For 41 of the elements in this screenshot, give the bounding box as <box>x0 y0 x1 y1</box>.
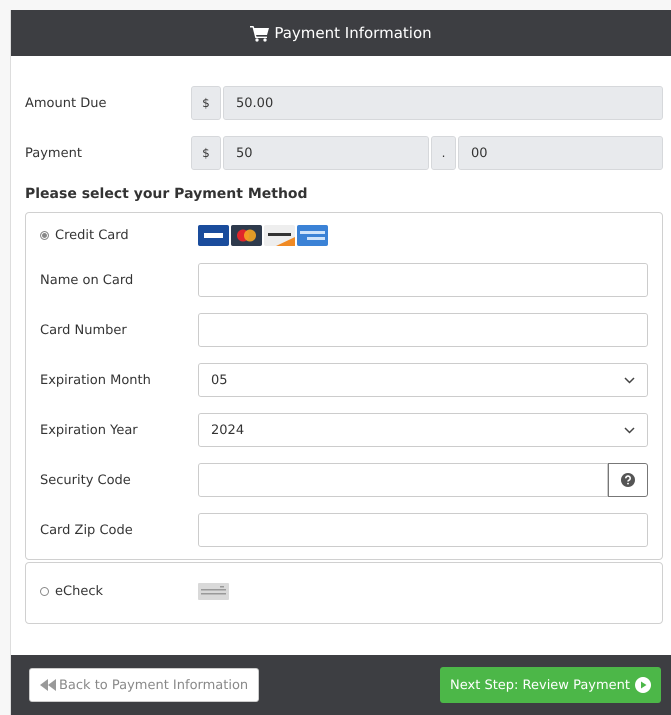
radio-button[interactable] <box>40 230 49 240</box>
field-label: Card Number <box>40 322 128 338</box>
field-label: Payment <box>25 146 83 160</box>
cents-field[interactable]: 00 <box>458 136 663 170</box>
select-field[interactable]: 05 <box>198 363 648 397</box>
panel-title: Payment Information <box>274 24 432 42</box>
chevron-icon <box>624 376 635 384</box>
check-icon <box>198 582 229 600</box>
decimal-addon: . <box>431 136 456 170</box>
radio-button[interactable] <box>40 586 49 596</box>
amount-field: 50.00 <box>223 86 663 120</box>
back-button[interactable]: Back to Payment Information <box>29 668 260 702</box>
card-logo-icon <box>198 224 229 246</box>
select-value: 05 <box>211 372 228 388</box>
chevron-icon <box>624 426 635 434</box>
card-logo-icon <box>231 224 262 246</box>
input-field[interactable] <box>198 463 608 497</box>
select-field[interactable]: 2024 <box>198 413 648 447</box>
cart-icon <box>250 24 270 42</box>
play-circle-icon <box>635 677 651 693</box>
field-label: Expiration Year <box>40 422 139 438</box>
dollars-field[interactable]: 50 <box>223 136 429 170</box>
currency-addon: $ <box>191 136 221 170</box>
field-label: Security Code <box>40 472 132 488</box>
method-label[interactable]: Credit Card <box>55 228 198 242</box>
section-heading: Please select your Payment Method <box>25 186 309 202</box>
input-field[interactable] <box>198 263 648 297</box>
field-label: Expiration Month <box>40 372 152 388</box>
input-field[interactable] <box>198 313 648 347</box>
card-logo-icon <box>264 224 295 246</box>
select-value: 2024 <box>211 422 244 438</box>
field-label: Card Zip Code <box>40 522 134 538</box>
card-logo-icon <box>297 224 328 246</box>
input-field[interactable] <box>198 513 648 547</box>
rewind-icon <box>40 679 56 691</box>
help-button[interactable] <box>608 463 648 497</box>
method-label[interactable]: eCheck <box>55 584 198 598</box>
currency-addon: $ <box>191 86 221 120</box>
help-icon <box>621 473 635 487</box>
field-label: Name on Card <box>40 272 134 288</box>
field-label: Amount Due <box>25 96 108 110</box>
